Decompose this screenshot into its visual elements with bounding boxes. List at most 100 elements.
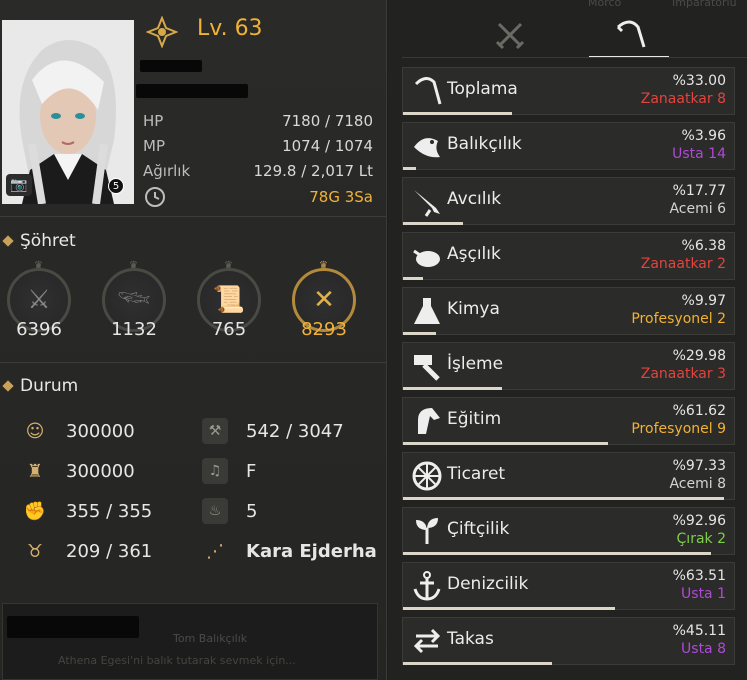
condition-contribution: ♜ 300000 bbox=[22, 458, 135, 484]
flame-icon: ♨ bbox=[202, 498, 228, 524]
life-skill-row[interactable]: Kimya %9.97 Profesyonel 2 bbox=[402, 287, 735, 335]
tab-combat[interactable] bbox=[470, 12, 550, 58]
life-skill-progress-bar bbox=[403, 662, 734, 665]
life-skill-progress-fill bbox=[403, 112, 513, 115]
note-line2: Athena Egesi'ni balık tutarak sevmek içi… bbox=[58, 654, 296, 667]
fame-life-value: 1132 bbox=[111, 319, 157, 340]
fame-combat[interactable]: ♛ ⚔ 6396 bbox=[4, 260, 74, 348]
life-skill-progress-fill bbox=[403, 332, 437, 335]
life-skill-row[interactable]: Ticaret %97.33 Acemi 8 bbox=[402, 452, 735, 500]
life-skill-progress-bar bbox=[403, 112, 734, 115]
life-skill-name: Aşçılık bbox=[447, 244, 501, 264]
money-row: 78G 3Sa bbox=[143, 184, 373, 210]
divider bbox=[0, 216, 386, 217]
condition-value: Kara Ejderha bbox=[246, 540, 377, 562]
condition-value: 209 / 361 bbox=[66, 540, 153, 562]
life-skill-row[interactable]: Çiftçilik %92.96 Çırak 2 bbox=[402, 507, 735, 555]
condition-constellation: ⋰ Kara Ejderha bbox=[202, 538, 377, 564]
life-skill-row[interactable]: Denizcilik %63.51 Usta 1 bbox=[402, 562, 735, 610]
life-skill-progress-fill bbox=[403, 167, 417, 170]
condition-title: Durum bbox=[20, 376, 79, 396]
life-skill-progress-fill bbox=[403, 552, 711, 555]
condition-energy: ☺ 300000 bbox=[22, 418, 135, 444]
fame-total-value: 8293 bbox=[301, 319, 347, 340]
life-skill-name: Takas bbox=[447, 629, 494, 649]
anchor-icon bbox=[409, 568, 445, 604]
camera-icon[interactable]: 📷 bbox=[6, 174, 32, 196]
life-skill-name: İşleme bbox=[447, 354, 504, 374]
life-skill-progress-bar bbox=[403, 387, 734, 390]
life-skill-row[interactable]: Aşçılık %6.38 Zanaatkar 2 bbox=[402, 232, 735, 280]
redacted-name bbox=[140, 60, 202, 72]
level-value: 63 bbox=[234, 16, 263, 41]
weight-value: 129.8 / 2,017 Lt bbox=[253, 162, 373, 180]
life-skill-rank: Zanaatkar 8 bbox=[640, 91, 726, 107]
character-panel: 📷 5 Lv. 63 HP 7180 / 7180 MP 1074 / 1074… bbox=[0, 0, 387, 680]
crown-icon: ♛ bbox=[319, 260, 328, 271]
arm-icon: ✊ bbox=[23, 500, 47, 522]
crown-icon: ♛ bbox=[34, 260, 43, 271]
fame-total[interactable]: ♛ ✕ 8293 bbox=[289, 260, 359, 348]
life-skill-rank: Usta 8 bbox=[681, 641, 726, 657]
character-portrait: 📷 5 bbox=[2, 20, 134, 204]
life-skill-row[interactable]: Toplama %33.00 Zanaatkar 8 bbox=[402, 67, 735, 115]
condition-value: F bbox=[246, 460, 257, 482]
condition-work-speed: ⚒ 542 / 3047 bbox=[202, 418, 344, 444]
life-skill-progress-bar bbox=[403, 497, 734, 500]
life-skill-percent: %45.11 bbox=[672, 623, 726, 639]
life-skill-rank: Acemi 8 bbox=[669, 476, 726, 492]
hammer-icon bbox=[409, 348, 445, 384]
wheel-icon bbox=[409, 458, 445, 494]
mp-row: MP 1074 / 1074 bbox=[143, 135, 373, 157]
life-skill-percent: %6.38 bbox=[681, 238, 726, 254]
life-skill-progress-bar bbox=[403, 607, 734, 610]
portrait-badge: 5 bbox=[108, 178, 124, 194]
life-skill-percent: %9.97 bbox=[681, 293, 726, 309]
life-skill-percent: %17.77 bbox=[672, 183, 726, 199]
tab-divider bbox=[402, 57, 747, 58]
life-skill-percent: %29.98 bbox=[672, 348, 726, 364]
condition-value: 355 / 355 bbox=[66, 500, 153, 522]
life-skill-rank: Acemi 6 bbox=[669, 201, 726, 217]
level-prefix: Lv. bbox=[197, 16, 228, 41]
life-skill-name: Toplama bbox=[447, 79, 518, 99]
life-skill-row[interactable]: İşleme %29.98 Zanaatkar 3 bbox=[402, 342, 735, 390]
character-level: Lv. 63 bbox=[197, 16, 263, 41]
crown-icon: ♛ bbox=[224, 260, 233, 271]
combat-swords-icon bbox=[495, 22, 525, 50]
level-emblem-icon bbox=[146, 16, 178, 48]
fame-life[interactable]: ♛ 𓆝 1132 bbox=[99, 260, 169, 348]
fame-knowledge[interactable]: ♛ 📜 765 bbox=[194, 260, 264, 348]
music-note-icon: ♫ bbox=[202, 458, 228, 484]
hp-value: 7180 / 7180 bbox=[282, 112, 373, 130]
fish-icon bbox=[409, 128, 445, 164]
tab-life[interactable] bbox=[589, 12, 669, 58]
ghost-text-left: Morco bbox=[588, 0, 622, 9]
life-skill-progress-fill bbox=[403, 497, 725, 500]
condition-stamina: ✊ 355 / 355 bbox=[22, 498, 152, 524]
head-icon: ☺ bbox=[25, 420, 45, 442]
fame-header: Şöhret bbox=[2, 231, 76, 251]
life-skill-rank: Profesyonel 2 bbox=[631, 311, 726, 327]
life-skill-name: Ticaret bbox=[447, 464, 506, 484]
life-skill-row[interactable]: Eğitim %61.62 Profesyonel 9 bbox=[402, 397, 735, 445]
crown-icon: ♛ bbox=[129, 260, 138, 271]
sprout-icon bbox=[409, 513, 445, 549]
divider bbox=[0, 362, 386, 363]
weight-label: Ağırlık bbox=[143, 162, 191, 180]
condition-value: 300000 bbox=[66, 460, 135, 482]
fame-combat-value: 6396 bbox=[16, 319, 62, 340]
life-skill-progress-bar bbox=[403, 442, 734, 445]
life-skill-rank: Usta 1 bbox=[681, 586, 726, 602]
life-skill-row[interactable]: Balıkçılık %3.96 Usta 14 bbox=[402, 122, 735, 170]
condition-header: Durum bbox=[2, 376, 79, 396]
life-skill-row[interactable]: Avcılık %17.77 Acemi 6 bbox=[402, 177, 735, 225]
life-skill-row[interactable]: Takas %45.11 Usta 8 bbox=[402, 617, 735, 665]
exchange-icon bbox=[409, 623, 445, 659]
life-skill-name: Avcılık bbox=[447, 189, 502, 209]
life-skill-progress-fill bbox=[403, 607, 615, 610]
condition-weight-limit: ♉ 209 / 361 bbox=[22, 538, 152, 564]
life-skill-percent: %3.96 bbox=[681, 128, 726, 144]
horse-icon bbox=[409, 403, 445, 439]
life-skill-percent: %61.62 bbox=[672, 403, 726, 419]
